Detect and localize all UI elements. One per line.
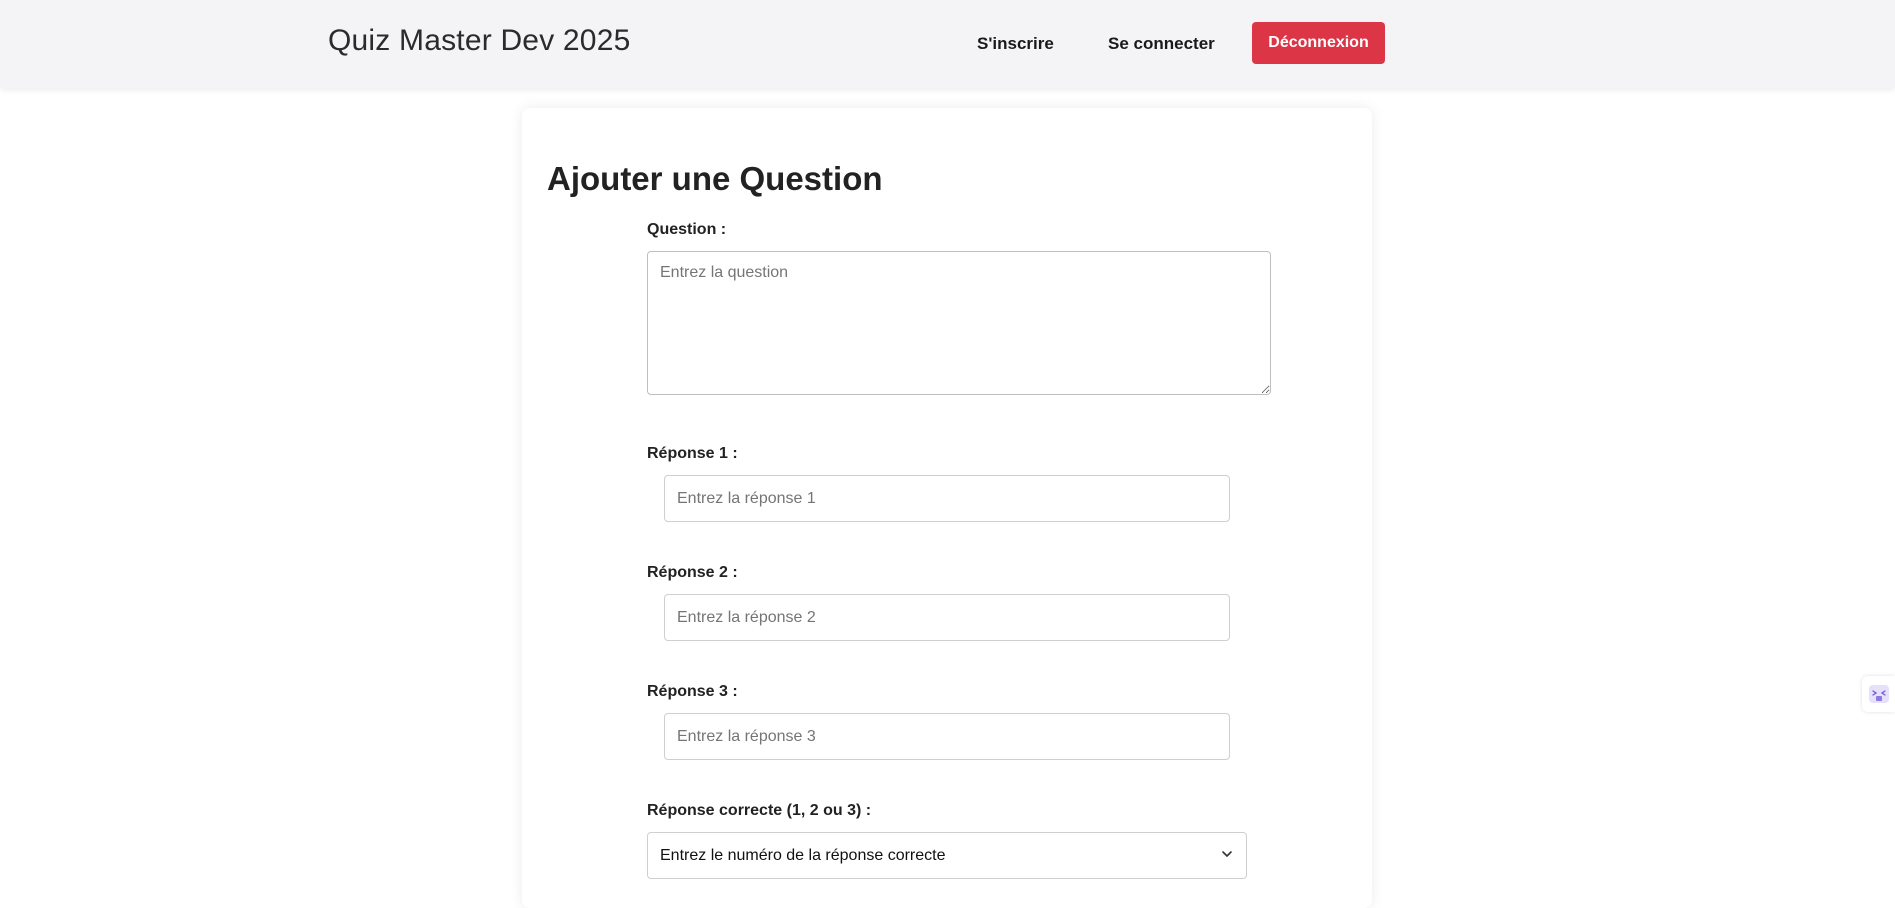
answer3-input[interactable]: [664, 713, 1230, 760]
answer3-label: Réponse 3 :: [647, 683, 738, 700]
logout-button[interactable]: Déconnexion: [1252, 22, 1385, 64]
answer1-input[interactable]: [664, 475, 1230, 522]
login-link[interactable]: Se connecter: [1108, 34, 1215, 54]
side-extension-widget[interactable]: [1862, 676, 1895, 712]
page-title: Ajouter une Question: [547, 160, 883, 197]
extension-icon: [1869, 685, 1889, 703]
answer1-label: Réponse 1 :: [647, 445, 738, 462]
top-navbar: Quiz Master Dev 2025 S'inscrire Se conne…: [0, 0, 1895, 88]
correct-answer-select[interactable]: Entrez le numéro de la réponse correcte: [647, 832, 1247, 879]
question-label: Question :: [647, 221, 727, 238]
answer2-label: Réponse 2 :: [647, 564, 738, 581]
brand-title[interactable]: Quiz Master Dev 2025: [328, 24, 630, 58]
chevron-down-icon: [1222, 851, 1232, 857]
answer2-input[interactable]: [664, 594, 1230, 641]
correct-answer-label: Réponse correcte (1, 2 ou 3) :: [647, 802, 872, 819]
add-question-card: Ajouter une Question Question : Réponse …: [522, 108, 1372, 908]
question-textarea[interactable]: [647, 251, 1271, 395]
correct-answer-selected-value: Entrez le numéro de la réponse correcte: [660, 846, 946, 864]
signup-link[interactable]: S'inscrire: [977, 34, 1054, 54]
